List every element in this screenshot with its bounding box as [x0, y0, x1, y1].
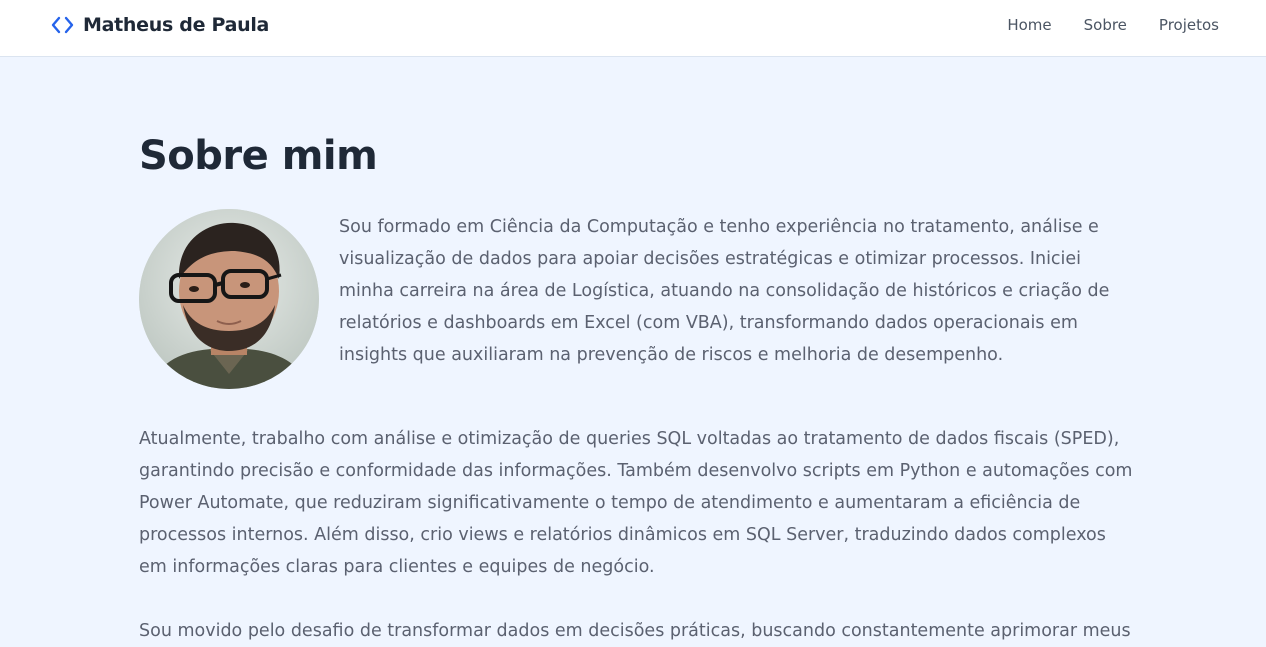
nav-link-projetos[interactable]: Projetos — [1159, 15, 1219, 35]
brand[interactable]: Matheus de Paula — [50, 13, 269, 37]
navbar: Matheus de Paula Home Sobre Projetos — [0, 0, 1266, 57]
nav-link-sobre[interactable]: Sobre — [1084, 15, 1127, 35]
page-title: Sobre mim — [139, 133, 378, 179]
avatar — [139, 209, 319, 389]
brand-name: Matheus de Paula — [83, 14, 270, 36]
main-nav: Home Sobre Projetos — [1007, 15, 1219, 35]
about-paragraph-2: Atualmente, trabalho com análise e otimi… — [139, 429, 1133, 577]
about-intro: Sou formado em Ciência da Computação e t… — [139, 209, 1139, 389]
about-section: Sobre mim Sou formado em Ciência da Comp… — [139, 128, 1139, 647]
about-paragraph-1: Sou formado em Ciência da Computação e t… — [339, 217, 1110, 365]
profile-photo-image — [139, 209, 319, 389]
about-paragraph-3: Sou movido pelo desafio de transformar d… — [139, 621, 1131, 641]
code-icon — [51, 16, 74, 34]
nav-link-home[interactable]: Home — [1007, 15, 1051, 35]
